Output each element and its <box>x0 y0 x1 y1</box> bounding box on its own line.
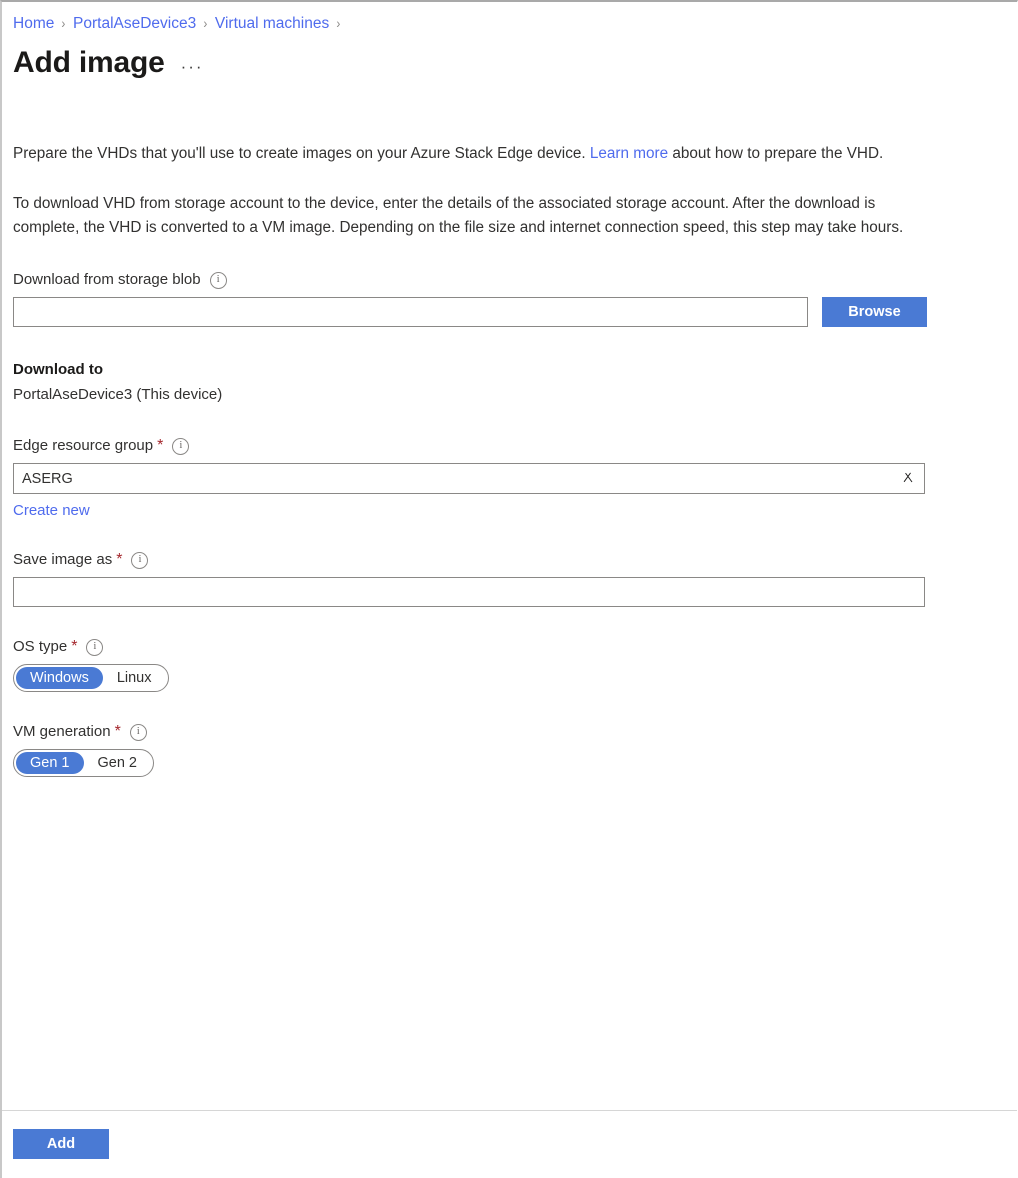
required-asterisk: * <box>116 552 122 568</box>
save-image-as-label-row: Save image as * i <box>13 550 943 570</box>
field-os-type: OS type * i Windows Linux <box>13 637 943 692</box>
os-type-option-windows[interactable]: Windows <box>16 667 103 689</box>
breadcrumb-separator: › <box>337 13 341 33</box>
breadcrumb-item-portalasedevice3[interactable]: PortalAseDevice3 <box>73 15 196 32</box>
blob-label: Download from storage blob <box>13 270 201 290</box>
os-type-label: OS type <box>13 637 67 657</box>
field-vm-generation: VM generation * i Gen 1 Gen 2 <box>13 722 943 777</box>
create-new-link[interactable]: Create new <box>13 502 90 519</box>
vm-generation-option-gen2[interactable]: Gen 2 <box>84 752 152 774</box>
info-icon[interactable]: i <box>86 639 103 656</box>
required-asterisk: * <box>115 724 121 740</box>
resource-group-label-row: Edge resource group * i <box>13 436 943 456</box>
add-button[interactable]: Add <box>13 1129 109 1159</box>
breadcrumb: Home › PortalAseDevice3 › Virtual machines › <box>13 13 348 34</box>
page-title: Add image <box>13 44 165 82</box>
blade-content: Prepare the VHDs that you'll use to crea… <box>13 142 943 777</box>
vm-generation-label-row: VM generation * i <box>13 722 943 742</box>
os-type-option-linux[interactable]: Linux <box>103 667 166 689</box>
os-type-toggle: Windows Linux <box>13 664 169 692</box>
os-type-label-row: OS type * i <box>13 637 943 657</box>
intro-paragraph-1: Prepare the VHDs that you'll use to crea… <box>13 142 943 166</box>
learn-more-link[interactable]: Learn more <box>590 145 668 162</box>
blob-input-row: Browse <box>13 297 943 327</box>
title-row: Add image ··· <box>13 44 204 82</box>
vm-generation-label: VM generation <box>13 722 111 742</box>
required-asterisk: * <box>157 438 163 454</box>
resource-group-selected-value: ASERG <box>22 471 73 487</box>
info-icon[interactable]: i <box>130 724 147 741</box>
field-save-image-as: Save image as * i <box>13 550 943 607</box>
add-image-blade: Home›PortalAseDevice3›Virtual machines› … <box>0 0 1018 1178</box>
save-image-as-label: Save image as <box>13 550 112 570</box>
info-icon[interactable]: i <box>131 552 148 569</box>
info-icon[interactable]: i <box>210 272 227 289</box>
required-asterisk: * <box>71 639 77 655</box>
download-to-value: PortalAseDevice3 (This device) <box>13 384 943 406</box>
blade-footer: Add <box>2 1110 1017 1178</box>
breadcrumb-item-home[interactable]: Home <box>13 15 54 32</box>
breadcrumb-separator: › <box>204 13 208 33</box>
field-edge-resource-group: Edge resource group * i ASERG Create new <box>13 436 943 520</box>
resource-group-select[interactable]: ASERG <box>13 463 925 494</box>
resource-group-label: Edge resource group <box>13 436 153 456</box>
vm-generation-toggle: Gen 1 Gen 2 <box>13 749 154 777</box>
resource-group-select-wrap: ASERG <box>13 463 925 494</box>
intro-paragraph-2: To download VHD from storage account to … <box>13 192 943 240</box>
download-to-section: Download to PortalAseDevice3 (This devic… <box>13 359 943 406</box>
info-icon[interactable]: i <box>172 438 189 455</box>
intro-text-before-link: Prepare the VHDs that you'll use to crea… <box>13 145 590 162</box>
save-image-as-input[interactable] <box>13 577 925 607</box>
download-to-label: Download to <box>13 359 943 380</box>
vm-generation-option-gen1[interactable]: Gen 1 <box>16 752 84 774</box>
browse-button[interactable]: Browse <box>822 297 927 327</box>
storage-blob-input[interactable] <box>13 297 808 327</box>
breadcrumb-separator: › <box>62 13 66 33</box>
field-download-from-storage-blob: Download from storage blob i Browse <box>13 270 943 327</box>
intro-text-after-link: about how to prepare the VHD. <box>668 145 883 162</box>
breadcrumb-item-virtual-machines[interactable]: Virtual machines <box>215 15 329 32</box>
blob-label-row: Download from storage blob i <box>13 270 943 290</box>
more-options-icon[interactable]: ··· <box>181 60 204 74</box>
